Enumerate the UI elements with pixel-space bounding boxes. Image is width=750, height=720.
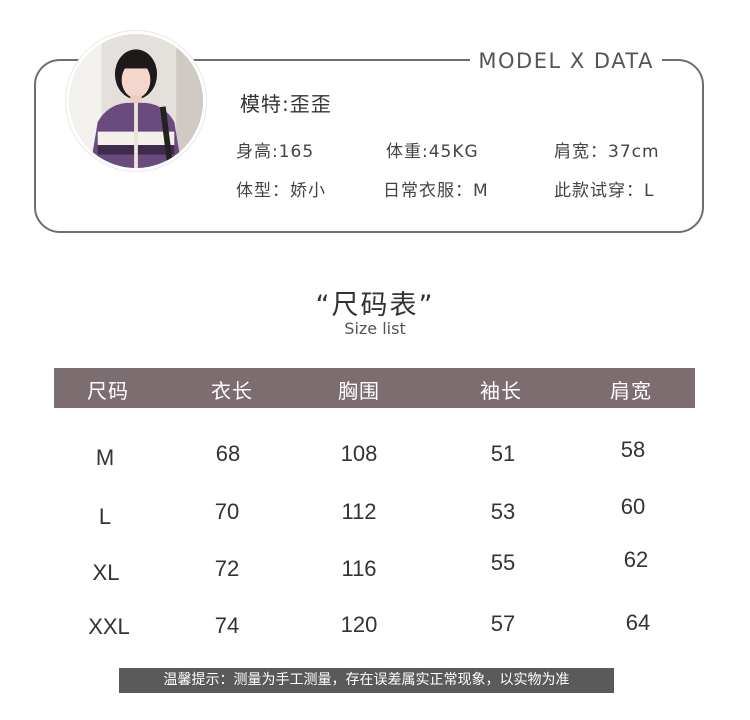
stat-value: 165	[278, 142, 315, 162]
cell-shoulder: 64	[625, 610, 651, 635]
stat-daily-size: 日常衣服：M	[383, 176, 489, 201]
cell-size: XL	[92, 560, 120, 585]
stat-label: 此款试穿：	[554, 181, 644, 201]
size-table-header: 尺码 衣长 胸围 袖长 肩宽	[54, 368, 695, 408]
stat-value: 45KG	[428, 142, 479, 162]
stat-label: 日常衣服：	[383, 181, 473, 201]
cell-size: M	[95, 445, 115, 470]
stat-value: M	[473, 181, 489, 201]
cell-shoulder: 60	[620, 494, 646, 519]
stat-value: L	[644, 181, 655, 201]
model-photo-icon	[69, 34, 203, 168]
cell-sleeve: 57	[490, 611, 516, 636]
model-name: 模特:歪歪	[240, 88, 332, 117]
stat-label: 肩宽：	[554, 142, 608, 162]
cell-sleeve: 53	[490, 499, 516, 524]
cell-length: 72	[214, 556, 240, 581]
stat-label: 体型：	[236, 181, 290, 201]
model-name-label: 模特:	[240, 92, 290, 116]
cell-size: L	[98, 504, 112, 529]
cell-length: 74	[214, 613, 240, 638]
cell-chest: 116	[341, 556, 377, 581]
stat-label: 体重:	[386, 142, 429, 162]
header-size: 尺码	[87, 379, 129, 403]
header-chest: 胸围	[338, 379, 380, 403]
stat-body-type: 体型：娇小	[236, 176, 326, 201]
cell-chest: 120	[340, 612, 378, 637]
card-header: MODEL X DATA	[470, 48, 662, 74]
cell-sleeve: 51	[490, 441, 516, 466]
cell-shoulder: 58	[620, 437, 646, 462]
stat-weight: 体重:45KG	[386, 137, 479, 162]
model-name-value: 歪歪	[289, 92, 332, 116]
size-chart-title: “尺码表”	[315, 290, 435, 321]
cell-sleeve: 55	[490, 550, 516, 575]
header-length: 衣长	[211, 379, 253, 403]
stat-value: 37cm	[608, 142, 660, 162]
stat-tried-size: 此款试穿：L	[554, 176, 654, 201]
stat-value: 娇小	[290, 181, 326, 201]
cell-length: 70	[214, 499, 240, 524]
cell-chest: 112	[341, 499, 377, 524]
cell-shoulder: 62	[623, 547, 649, 572]
stat-shoulder: 肩宽：37cm	[554, 137, 660, 162]
stat-label: 身高:	[236, 142, 279, 162]
cell-size: XXL	[88, 614, 130, 639]
measurement-note: 温馨提示：测量为手工测量，存在误差属实正常现象，以实物为准	[119, 668, 614, 693]
header-shoulder: 肩宽	[610, 379, 652, 403]
stat-height: 身高:165	[236, 137, 314, 162]
size-chart-subtitle: Size list	[344, 319, 406, 338]
header-sleeve: 袖长	[480, 379, 522, 403]
cell-chest: 108	[340, 441, 378, 466]
model-avatar	[66, 31, 206, 171]
cell-length: 68	[215, 441, 241, 466]
